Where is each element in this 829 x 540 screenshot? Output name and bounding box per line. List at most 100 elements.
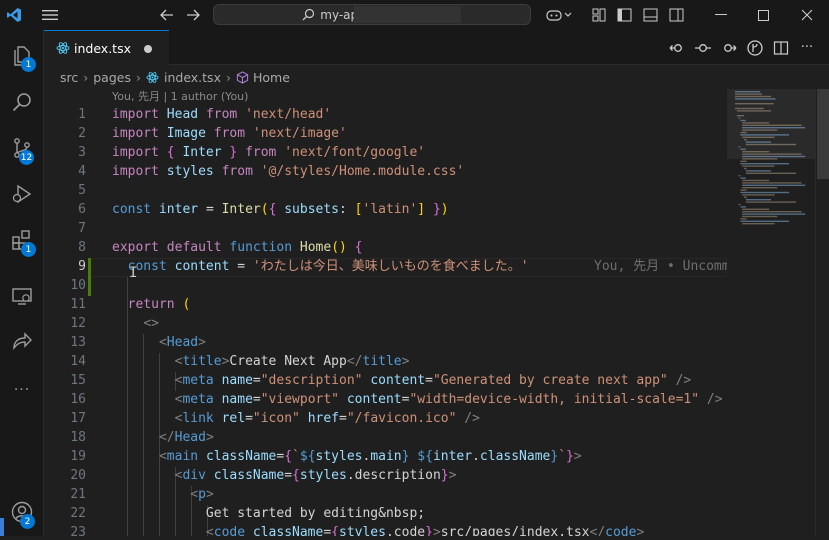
source-control-icon[interactable]: 12 xyxy=(0,128,44,168)
vertical-scrollbar[interactable] xyxy=(815,89,829,536)
code-line[interactable]: 16 <meta name="viewport" content="width=… xyxy=(44,390,727,409)
timeline-icon[interactable] xyxy=(690,35,716,61)
redacted-region xyxy=(354,6,461,23)
git-lens-icon[interactable] xyxy=(742,35,768,61)
activity-bar: 1 12 1 ··· 2 xyxy=(0,30,44,536)
symbol-method-icon xyxy=(236,70,249,84)
code-line[interactable]: 13 <Head> xyxy=(44,333,727,352)
code-text: Get started by editing&nbsp; xyxy=(205,506,426,521)
code-text: <p> xyxy=(190,487,214,502)
minimap-line xyxy=(740,177,746,179)
minimap-viewport[interactable] xyxy=(727,89,815,159)
minimap-line xyxy=(744,196,747,198)
code-line[interactable]: 5 xyxy=(44,181,727,200)
line-number: 2 xyxy=(78,126,86,141)
minimap-line xyxy=(744,167,747,170)
text-cursor-icon: I xyxy=(129,265,138,281)
more-actions-icon[interactable]: ··· xyxy=(794,35,820,61)
code-text: <Head> xyxy=(158,335,206,350)
minimap-line xyxy=(742,215,778,218)
minimap[interactable] xyxy=(727,89,815,536)
code-line[interactable]: 20 <div className={styles.description}> xyxy=(44,466,727,485)
code-line[interactable]: 23 <code className={styles.code}>src/pag… xyxy=(44,523,727,536)
open-changes-icon[interactable] xyxy=(664,35,690,61)
customize-layout-icon[interactable] xyxy=(589,0,609,30)
codelens-blame[interactable]: You, 先月 | 1 author (You) xyxy=(112,89,248,105)
code-line[interactable]: 12 <> xyxy=(44,314,727,333)
code-line[interactable]: 3 import { Inter } from 'next/font/google… xyxy=(44,143,727,162)
code-text: export default function Home() { xyxy=(112,240,363,255)
code-line[interactable]: 17 <link rel="icon" href="/favicon.ico" … xyxy=(44,409,727,428)
next-change-icon[interactable] xyxy=(716,35,742,61)
line-number: 13 xyxy=(70,335,86,350)
line-number: 16 xyxy=(70,392,86,407)
chevron-right-icon: › xyxy=(225,69,231,85)
code-editor[interactable]: You, 先月 | 1 author (You) 1 import Head fr… xyxy=(44,89,727,536)
forward-arrow-icon[interactable] xyxy=(180,0,206,30)
minimap-preview xyxy=(727,89,815,225)
code-line[interactable]: 9 const content = 'わたしは今日、美味しいものを食べました。'… xyxy=(44,257,727,276)
unsaved-dot-icon[interactable] xyxy=(144,45,152,53)
active-view-indicator xyxy=(0,518,4,536)
code-text: <main className={`${styles.main} ${inter… xyxy=(158,449,582,464)
code-text: <link rel="icon" href="/favicon.ico" /> xyxy=(174,411,480,426)
code-line[interactable]: 10 xyxy=(44,276,727,295)
code-text: <meta name="description" content="Genera… xyxy=(174,373,692,388)
line-number: 9 xyxy=(78,259,86,274)
minimap-line xyxy=(742,213,806,215)
extensions-icon[interactable]: 1 xyxy=(0,220,44,260)
breadcrumb: src › pages › index.tsx › Home xyxy=(44,65,829,89)
line-number: 14 xyxy=(70,354,86,369)
line-number: 3 xyxy=(78,145,86,160)
split-editor-icon[interactable] xyxy=(768,35,794,61)
line-number: 10 xyxy=(70,278,86,293)
code-line[interactable]: 1 import Head from 'next/head' xyxy=(44,105,727,124)
react-file-icon xyxy=(56,41,70,55)
code-text: import Head from 'next/head' xyxy=(112,107,332,122)
minimap-line xyxy=(745,170,771,172)
run-and-debug-icon[interactable] xyxy=(0,174,44,214)
extensions-badge: 1 xyxy=(21,242,36,257)
live-share-icon[interactable] xyxy=(0,322,44,362)
back-arrow-icon[interactable] xyxy=(154,0,180,30)
code-line[interactable]: 18 </Head> xyxy=(44,428,727,447)
minimap-line xyxy=(742,211,802,213)
toggle-secondary-sidebar-icon[interactable] xyxy=(665,0,687,30)
minimap-line xyxy=(745,172,797,174)
minimap-line xyxy=(738,203,741,206)
code-line[interactable]: 2 import Image from 'next/image' xyxy=(44,124,727,143)
source-control-badge: 12 xyxy=(19,150,34,165)
line-number: 6 xyxy=(78,202,86,217)
accounts-icon[interactable]: 2 xyxy=(0,492,44,532)
code-line[interactable]: 6 const inter = Inter({ subsets: ['latin'… xyxy=(44,200,727,219)
tab-index-tsx[interactable]: index.tsx xyxy=(44,30,169,65)
scrollbar-thumb[interactable] xyxy=(817,89,829,179)
explorer-icon[interactable]: 1 xyxy=(0,36,44,76)
line-number: 8 xyxy=(78,240,86,255)
code-line[interactable]: 22 Get started by editing&nbsp; xyxy=(44,504,727,523)
code-line[interactable]: 14 <title>Create Next App</title> xyxy=(44,352,727,371)
breadcrumb-symbol[interactable]: Home xyxy=(253,70,290,85)
minimap-line xyxy=(745,199,771,201)
code-line[interactable]: 15 <meta name="description" content="Gen… xyxy=(44,371,727,390)
search-view-icon[interactable] xyxy=(0,82,44,122)
code-line[interactable]: 7 xyxy=(44,219,727,238)
remote-explorer-icon[interactable] xyxy=(0,276,44,316)
toggle-panel-icon[interactable] xyxy=(639,0,661,30)
breadcrumb-pages[interactable]: pages xyxy=(93,70,131,85)
code-line[interactable]: 4 import styles from '@/styles/Home.modul… xyxy=(44,162,727,181)
minimize-icon[interactable] xyxy=(700,0,742,30)
breadcrumb-file[interactable]: index.tsx xyxy=(164,70,221,85)
toggle-primary-sidebar-icon[interactable] xyxy=(613,0,635,30)
close-icon[interactable] xyxy=(784,0,829,30)
more-views-icon[interactable]: ··· xyxy=(0,370,44,410)
menu-icon[interactable] xyxy=(36,0,64,30)
code-line[interactable]: 11 return ( xyxy=(44,295,727,314)
maximize-icon[interactable] xyxy=(742,0,784,30)
code-line[interactable]: 19 <main className={`${styles.main} ${in… xyxy=(44,447,727,466)
code-line[interactable]: 21 <p> xyxy=(44,485,727,504)
minimap-line xyxy=(738,175,741,177)
copilot-icon[interactable] xyxy=(543,0,575,30)
code-line[interactable]: 8 export default function Home() { xyxy=(44,238,727,257)
breadcrumb-src[interactable]: src xyxy=(60,70,78,85)
